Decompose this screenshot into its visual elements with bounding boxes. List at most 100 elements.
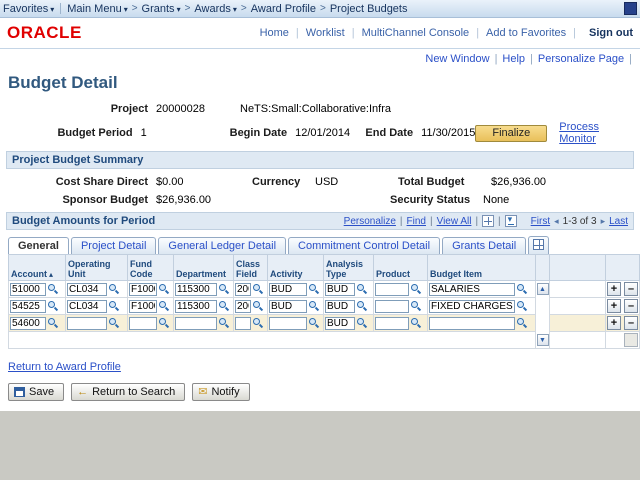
lookup-icon[interactable] (108, 283, 119, 295)
lookup-icon[interactable] (252, 283, 263, 295)
add-row-button[interactable]: + (607, 282, 621, 296)
link-multichannel-console[interactable]: MultiChannel Console (362, 27, 470, 39)
scroll-up-icon[interactable]: ▲ (537, 283, 549, 295)
analysis-type-input[interactable] (325, 317, 355, 330)
department-input[interactable] (175, 317, 217, 330)
col-header-operating-unit[interactable]: Operating Unit (66, 255, 128, 281)
link-home[interactable]: Home (260, 27, 289, 39)
scroll-down-icon[interactable]: ▼ (537, 334, 549, 346)
lookup-icon[interactable] (252, 300, 263, 312)
lookup-icon[interactable] (158, 283, 169, 295)
lookup-icon[interactable] (516, 300, 527, 312)
delete-row-button[interactable]: – (624, 316, 638, 330)
breadcrumb-favorites[interactable]: Favorites▾ (3, 3, 54, 15)
lookup-icon[interactable] (308, 300, 319, 312)
activity-input[interactable] (269, 283, 307, 296)
lookup-icon[interactable] (108, 317, 119, 329)
delete-row-button[interactable]: – (624, 282, 638, 296)
tab-grants-detail[interactable]: Grants Detail (442, 237, 526, 254)
account-input[interactable] (10, 283, 46, 296)
fund-code-input[interactable] (129, 300, 157, 313)
lookup-icon[interactable] (108, 300, 119, 312)
notify-button[interactable]: ✉Notify (192, 383, 249, 401)
breadcrumb-awards[interactable]: Awards▾ (194, 3, 237, 15)
breadcrumb-main-menu[interactable]: Main Menu▾ (67, 3, 127, 15)
breadcrumb-grants[interactable]: Grants▾ (142, 3, 181, 15)
previous-page-icon[interactable]: ◂ (554, 216, 559, 227)
delete-row-button[interactable]: – (624, 299, 638, 313)
budget-item-input[interactable] (429, 317, 515, 330)
lookup-icon[interactable] (308, 317, 319, 329)
last-link[interactable]: Last (609, 216, 628, 227)
add-row-button[interactable]: + (607, 316, 621, 330)
fund-code-input[interactable] (129, 283, 157, 296)
col-header-class-field[interactable]: Class Field (234, 255, 268, 281)
tab-general[interactable]: General (8, 237, 69, 254)
operating-unit-input[interactable] (67, 300, 107, 313)
zoom-grid-icon[interactable] (482, 215, 494, 227)
activity-input[interactable] (269, 317, 307, 330)
activity-input[interactable] (269, 300, 307, 313)
tab-general-ledger-detail[interactable]: General Ledger Detail (158, 237, 286, 254)
lookup-icon[interactable] (410, 317, 421, 329)
budget-item-input[interactable] (429, 283, 515, 296)
lookup-icon[interactable] (410, 300, 421, 312)
finalize-button[interactable]: Finalize (475, 125, 547, 142)
lookup-icon[interactable] (516, 317, 527, 329)
col-header-product[interactable]: Product (374, 255, 428, 281)
pagebar-corner-icon[interactable] (624, 2, 637, 15)
lookup-icon[interactable] (218, 300, 229, 312)
fund-code-input[interactable] (129, 317, 157, 330)
view-all-link[interactable]: View All (437, 216, 472, 227)
add-row-button[interactable]: + (607, 299, 621, 313)
link-worklist[interactable]: Worklist (306, 27, 345, 39)
link-new-window[interactable]: New Window (425, 53, 489, 65)
download-icon[interactable] (505, 215, 517, 227)
link-add-to-favorites[interactable]: Add to Favorites (486, 27, 566, 39)
breadcrumb-award-profile[interactable]: Award Profile (251, 3, 316, 15)
tab-project-detail[interactable]: Project Detail (71, 237, 156, 254)
show-all-columns-button[interactable] (528, 236, 549, 254)
col-header-fund-code[interactable]: Fund Code (128, 255, 174, 281)
find-link[interactable]: Find (407, 216, 426, 227)
account-input[interactable] (10, 300, 46, 313)
link-sign-out[interactable]: Sign out (589, 27, 633, 39)
lookup-icon[interactable] (410, 283, 421, 295)
class-field-input[interactable] (235, 317, 251, 330)
col-header-activity[interactable]: Activity (268, 255, 324, 281)
lookup-icon[interactable] (218, 283, 229, 295)
product-input[interactable] (375, 300, 409, 313)
col-header-budget-item[interactable]: Budget Item (428, 255, 536, 281)
lookup-icon[interactable] (47, 283, 58, 295)
col-header-analysis-type[interactable]: Analysis Type (324, 255, 374, 281)
return-to-search-button[interactable]: ←Return to Search (71, 383, 185, 401)
link-personalize-page[interactable]: Personalize Page (538, 53, 624, 65)
lookup-icon[interactable] (158, 300, 169, 312)
department-input[interactable] (175, 300, 217, 313)
process-monitor-link[interactable]: Process Monitor (559, 121, 630, 145)
budget-item-input[interactable] (429, 300, 515, 313)
col-header-department[interactable]: Department (174, 255, 234, 281)
lookup-icon[interactable] (356, 283, 367, 295)
analysis-type-input[interactable] (325, 300, 355, 313)
class-field-input[interactable] (235, 300, 251, 313)
lookup-icon[interactable] (516, 283, 527, 295)
next-page-icon[interactable]: ▸ (601, 216, 606, 227)
lookup-icon[interactable] (356, 300, 367, 312)
product-input[interactable] (375, 317, 409, 330)
lookup-icon[interactable] (158, 317, 169, 329)
return-to-award-profile-link[interactable]: Return to Award Profile (8, 361, 121, 373)
breadcrumb-project-budgets[interactable]: Project Budgets (330, 3, 408, 15)
lookup-icon[interactable] (252, 317, 263, 329)
class-field-input[interactable] (235, 283, 251, 296)
lookup-icon[interactable] (218, 317, 229, 329)
product-input[interactable] (375, 283, 409, 296)
save-button[interactable]: Save (8, 383, 64, 401)
lookup-icon[interactable] (308, 283, 319, 295)
col-header-account[interactable]: Account▴ (9, 255, 66, 281)
link-help[interactable]: Help (502, 53, 525, 65)
operating-unit-input[interactable] (67, 283, 107, 296)
tab-commitment-control-detail[interactable]: Commitment Control Detail (288, 237, 440, 254)
lookup-icon[interactable] (356, 317, 367, 329)
lookup-icon[interactable] (47, 317, 58, 329)
